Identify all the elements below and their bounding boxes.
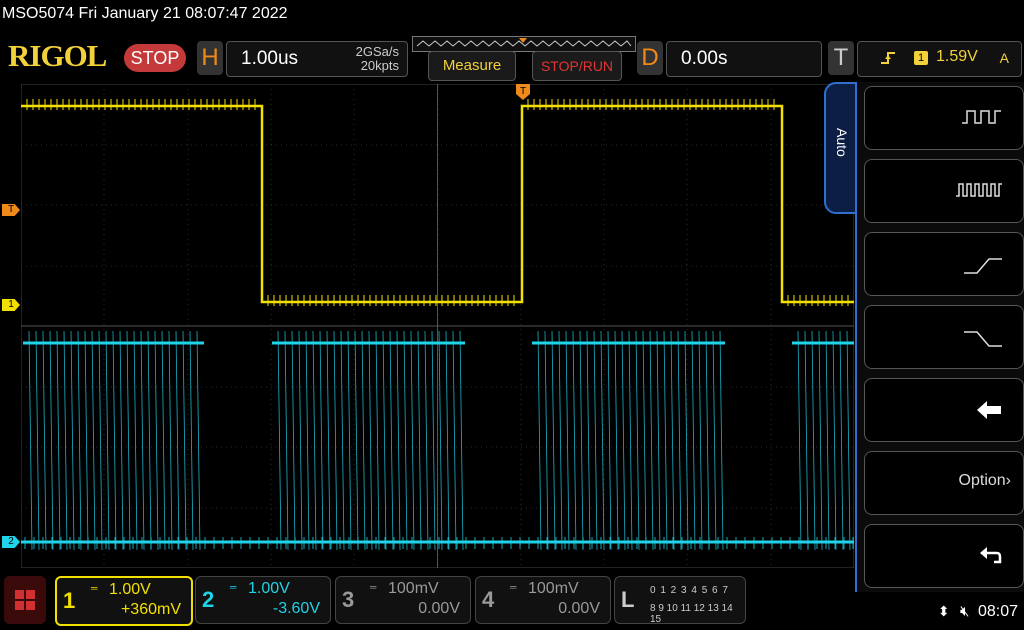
channel-1-scale: 1.00V	[109, 581, 151, 598]
channel-1-box[interactable]: 1 ═ 1.00V +360mV	[55, 576, 193, 626]
undo-icon	[980, 547, 1002, 564]
pulse-train-icon	[956, 183, 1002, 197]
brand-logo: RIGOL	[8, 38, 107, 73]
channel-2-number: 2	[202, 587, 215, 612]
single-pulse-button[interactable]	[864, 86, 1024, 150]
usb-icon: ⬍	[937, 603, 950, 619]
rising-edge-button[interactable]	[864, 232, 1024, 296]
undo-button[interactable]	[864, 524, 1024, 588]
trigger-label[interactable]: T	[828, 41, 854, 75]
dc-coupling-icon: ═	[230, 582, 237, 592]
trigger-mode: A	[999, 50, 1009, 66]
channel-3-number: 3	[342, 587, 355, 612]
channel-1-offset: +360mV	[120, 601, 181, 618]
option-label: Option›	[958, 472, 1011, 489]
channel-3-box[interactable]: 3 ═ 100mV 0.00V	[335, 576, 471, 624]
side-menu: Option›	[855, 82, 1024, 592]
channel-4-scale: 100mV	[528, 580, 579, 597]
back-button[interactable]	[864, 378, 1024, 442]
rising-edge-icon	[964, 258, 1002, 274]
waveform-display[interactable]: T	[21, 84, 854, 568]
channel-4-offset: 0.00V	[558, 600, 600, 617]
memory-waveform-preview	[416, 38, 632, 47]
stop-run-button[interactable]: STOP/RUN	[532, 51, 622, 81]
dc-coupling-icon: ═	[91, 583, 98, 593]
trigger-level: 1.59V	[936, 48, 978, 65]
option-button[interactable]: Option›	[864, 451, 1024, 515]
channel-2-scale: 1.00V	[248, 580, 290, 597]
channel-3-scale: 100mV	[388, 580, 439, 597]
logic-channels-row1: 0 1 2 3 4 5 6 7	[650, 585, 729, 596]
trigger-source-badge: 1	[914, 51, 928, 65]
falling-edge-icon	[964, 331, 1002, 347]
channel-1-number: 1	[63, 588, 76, 613]
measure-button[interactable]: Measure	[428, 51, 516, 81]
dc-coupling-icon: ═	[370, 582, 377, 592]
ch2-offset-marker[interactable]: 2	[2, 536, 20, 548]
pulse-train-button[interactable]	[864, 159, 1024, 223]
run-state-badge: STOP	[124, 44, 186, 72]
status-area: ⬍ 🔇︎ 08:07	[938, 603, 1018, 621]
horizontal-label[interactable]: H	[197, 41, 223, 75]
falling-edge-button[interactable]	[864, 305, 1024, 369]
single-pulse-icon	[962, 110, 1001, 124]
menu-grid-icon	[4, 576, 46, 624]
sample-rate-readout: 2GSa/s 20kpts	[356, 45, 399, 73]
logic-label: L	[621, 587, 635, 612]
window-title: MSO5074 Fri January 21 08:07:47 2022	[2, 5, 288, 22]
channel-3-offset: 0.00V	[418, 600, 460, 617]
sample-rate: 2GSa/s	[355, 44, 399, 59]
chevron-right-icon: ›	[1005, 472, 1011, 489]
delay-value: 0.00s	[681, 48, 728, 69]
horizontal-scale-value: 1.00us	[241, 48, 299, 69]
memory-position-indicator	[412, 36, 636, 52]
logic-analyzer-box[interactable]: L 0 1 2 3 4 5 6 7 8 9 10 11 12 13 14 15	[614, 576, 746, 625]
memory-depth: 20kpts	[360, 58, 399, 73]
rising-edge-icon	[880, 50, 896, 70]
main-menu-button[interactable]	[4, 576, 46, 624]
delay-box[interactable]: 0.00s	[666, 41, 822, 77]
logic-channels-row2: 8 9 10 11 12 13 14 15	[650, 603, 733, 625]
channel-4-box[interactable]: 4 ═ 100mV 0.00V	[475, 576, 611, 624]
trigger-box[interactable]: 1 1.59V A	[857, 41, 1022, 77]
dc-coupling-icon: ═	[510, 582, 517, 592]
trigger-level-marker[interactable]: T	[2, 204, 20, 216]
clock-time: 08:07	[977, 603, 1018, 620]
delay-label[interactable]: D	[637, 41, 663, 75]
speaker-muted-icon[interactable]: 🔇︎	[960, 603, 969, 620]
channel-4-number: 4	[482, 587, 495, 612]
back-arrow-icon	[977, 401, 1001, 419]
channel-2-box[interactable]: 2 ═ 1.00V -3.60V	[195, 576, 331, 624]
ch1-offset-marker[interactable]: 1	[2, 299, 20, 311]
svg-text:T: T	[520, 86, 526, 97]
channel-2-offset: -3.60V	[272, 600, 320, 617]
auto-tab-label: Auto	[834, 128, 850, 157]
horizontal-scale-box[interactable]: 1.00us 2GSa/s 20kpts	[226, 41, 408, 77]
